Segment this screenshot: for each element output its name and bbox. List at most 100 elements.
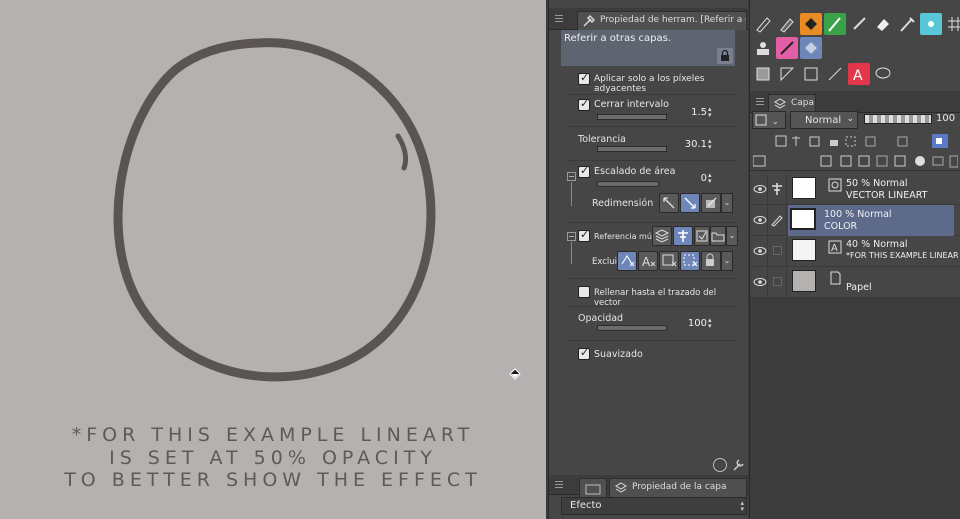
layer-row-paper[interactable]: Papel — [750, 267, 960, 298]
ref-folder-icon[interactable] — [710, 226, 726, 246]
area-scaling-value[interactable]: 0 — [674, 173, 707, 184]
opacity-value[interactable]: 100 — [674, 318, 707, 329]
multi-ref-checkbox[interactable] — [578, 228, 590, 242]
antialias-label: Suavizado — [594, 349, 643, 360]
pen-icon[interactable] — [752, 13, 774, 35]
layer-lock-checkbox[interactable] — [773, 246, 782, 255]
gradient-fill-icon[interactable] — [752, 63, 774, 85]
eraser-icon[interactable] — [872, 13, 894, 35]
area-scaling-slider[interactable] — [597, 181, 659, 187]
area-scaling-spinner-icon[interactable]: ▴ ▾ — [708, 172, 716, 185]
ref-reference-layer-icon[interactable] — [673, 226, 693, 246]
layer-body[interactable]: 50 % Normal VECTOR LINEART — [790, 174, 960, 205]
drawing-canvas[interactable]: *FOR THIS EXAMPLE LINEART IS SET AT 50% … — [0, 0, 546, 519]
fill-vector-checkbox[interactable] — [578, 286, 590, 298]
gradient-icon[interactable] — [776, 37, 798, 59]
pencil-icon[interactable] — [776, 13, 798, 35]
layer-opacity-slider[interactable] — [864, 114, 932, 124]
resize-mode-1-icon[interactable] — [659, 193, 679, 213]
exclude-dropdown-icon[interactable]: ⌄ — [721, 251, 733, 271]
resize-mode-2-icon[interactable] — [680, 193, 700, 213]
exclude-1-icon[interactable] — [617, 251, 637, 271]
preset-name: Referir a otras capas. — [564, 33, 671, 44]
close-gap-spinner-icon[interactable]: ▴ ▾ — [708, 106, 716, 119]
tab-layer-property[interactable]: Propiedad de la capa — [609, 478, 747, 497]
tab-sub-tool[interactable] — [579, 478, 607, 497]
tab-tool-property-label: Propiedad de herram. [Referir a otras — [600, 15, 746, 25]
adjacent-pixels-checkbox[interactable] — [578, 71, 590, 85]
eyedropper-icon[interactable] — [896, 13, 918, 35]
resize-mode-dropdown-icon[interactable]: ⌄ — [721, 193, 733, 213]
layer-body[interactable]: A 40 % Normal *FOR THIS EXAMPLE LINEAR — [790, 236, 960, 267]
ref-dropdown-icon[interactable]: ⌄ — [726, 226, 738, 246]
antialias-checkbox[interactable] — [578, 346, 590, 360]
effect-spinner-icon[interactable]: ▴ ▾ — [740, 500, 744, 513]
opacity-slider[interactable] — [597, 325, 667, 331]
tool-property-tabbar: Propiedad de herram. [Referir a otras — [549, 8, 749, 30]
svg-text:A: A — [642, 255, 651, 269]
layer-name: VECTOR LINEART — [846, 190, 928, 201]
grid-icon[interactable] — [944, 13, 960, 35]
vector-layer-icon — [828, 178, 842, 192]
eye-icon[interactable] — [753, 215, 767, 225]
reference-layer-icon[interactable] — [770, 182, 784, 196]
svg-text:⌄: ⌄ — [772, 117, 779, 126]
tab-tool-property[interactable]: Propiedad de herram. [Referir a otras — [577, 11, 747, 30]
layer-mode: 100 % Normal — [824, 209, 892, 220]
brush-icon[interactable] — [824, 13, 846, 35]
layer-body[interactable]: Papel — [790, 267, 960, 298]
close-gap-slider[interactable] — [597, 114, 667, 120]
close-gap-value[interactable]: 1.5 — [674, 107, 707, 118]
text-icon[interactable]: A — [848, 63, 870, 85]
tolerance-value[interactable]: 30.1 — [674, 139, 707, 150]
text-layer-icon: A — [828, 240, 842, 254]
layer-lock-checkbox[interactable] — [773, 277, 782, 286]
reset-icon[interactable] — [713, 458, 727, 472]
chevron-down-icon: ⌄ — [846, 114, 854, 124]
ref-all-layers-icon[interactable] — [652, 226, 672, 246]
note-line-3: TO BETTER SHOW THE EFFECT — [64, 469, 482, 491]
panel-grip-icon[interactable] — [555, 15, 563, 23]
exclude-2-icon[interactable]: A — [638, 251, 658, 271]
area-scaling-collapse-icon[interactable]: − — [567, 172, 576, 181]
area-scaling-checkbox[interactable] — [578, 164, 590, 178]
stamp-icon[interactable] — [752, 37, 774, 59]
wrench-brush-icon — [583, 15, 595, 27]
multi-ref-collapse-icon[interactable]: − — [567, 232, 576, 241]
balloon-icon[interactable] — [872, 63, 894, 85]
rectangle-icon[interactable] — [800, 63, 822, 85]
eye-icon[interactable] — [753, 246, 767, 256]
layer-color-mode-dropdown[interactable]: ⌄ — [752, 111, 786, 129]
exclude-3-icon[interactable] — [659, 251, 679, 271]
blend-mode-select[interactable]: Normal ⌄ — [790, 111, 858, 129]
effect-section[interactable]: Efecto ▴ ▾ — [561, 497, 747, 515]
eye-icon[interactable] — [753, 277, 767, 287]
frame-icon[interactable] — [776, 63, 798, 85]
multi-ref-label: Referencia múlti — [594, 232, 654, 241]
fill-bucket-icon[interactable] — [800, 13, 822, 35]
layer-opacity-value[interactable]: 100 — [936, 113, 955, 124]
adjacent-pixels-label: Aplicar solo a los píxeles adyacentes — [594, 74, 705, 94]
resize-mode-3-icon[interactable] — [701, 193, 721, 213]
close-gap-checkbox[interactable] — [578, 97, 590, 111]
layer-name: COLOR — [824, 221, 858, 232]
airbrush-icon[interactable] — [848, 13, 870, 35]
shape-icon[interactable] — [800, 37, 822, 59]
tolerance-spinner-icon[interactable]: ▴ ▾ — [708, 138, 716, 151]
tolerance-slider[interactable] — [597, 146, 667, 152]
color-blend-icon[interactable] — [920, 13, 942, 35]
ruler-icon[interactable] — [824, 63, 846, 85]
wrench-icon[interactable] — [731, 458, 745, 472]
layer-body[interactable]: 100 % Normal COLOR — [788, 205, 954, 236]
ref-selected-layer-icon[interactable] — [694, 226, 710, 246]
eye-icon[interactable] — [753, 184, 767, 194]
exclude-4-icon[interactable] — [680, 251, 700, 271]
exclude-5-icon[interactable] — [701, 251, 721, 271]
layer-toolbar-1 — [750, 131, 960, 151]
layer-row-color[interactable]: 100 % Normal COLOR — [750, 205, 960, 236]
layer-row-text[interactable]: A 40 % Normal *FOR THIS EXAMPLE LINEAR — [750, 236, 960, 267]
opacity-spinner-icon[interactable]: ▴ ▾ — [708, 317, 716, 330]
lock-icon[interactable] — [717, 48, 733, 64]
layer-row-vector-lineart[interactable]: 50 % Normal VECTOR LINEART — [750, 174, 960, 205]
pen-editing-icon[interactable] — [770, 213, 784, 227]
